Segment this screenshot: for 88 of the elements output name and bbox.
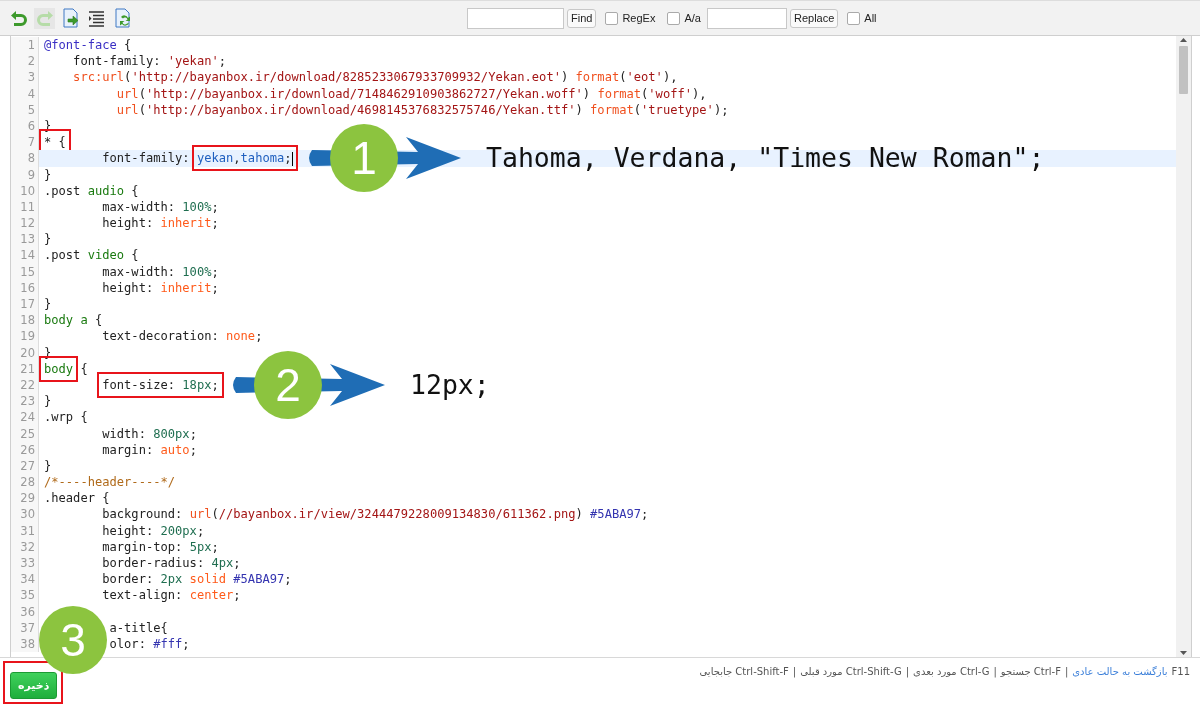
code-text: max-width: 100%; [101,264,219,279]
code-text: } [44,458,52,473]
import-button[interactable] [112,7,133,29]
replacement-code: Tahoma, Verdana, "Times New Roman"; [486,141,1045,176]
document-arrow-icon [60,8,81,28]
line-number: 13 [11,231,39,248]
separator-text: | [792,666,797,677]
scrollbar-thumb[interactable] [1179,46,1188,94]
code-text: border-radius: 4px; [101,556,241,570]
code-text: margin: auto; [101,442,197,457]
code-text: src:url('http://bayanbox.ir/download/8285233067933709932/Yekan.eot') format('eot'), [72,70,678,85]
code-text: text-decoration: none; [101,329,263,344]
code-text: /*----header----*/ [44,475,176,490]
code-text: font-family: 'yekan'; [72,54,227,69]
code-text: background: url(//bayanbox.ir/view/3244479228009134830/611362.png) #5ABA97; [101,507,649,522]
line-number: 28 [11,474,39,491]
code-text: url('http://bayanbox.ir/download/7148462910903862727/Yekan.woff') format('woff'), [115,86,707,101]
code-text: url('http://bayanbox.ir/download/4698145376832575746/Yekan.ttf') format('truetype'); [115,102,729,117]
document-refresh-icon [112,8,133,28]
line-number: 18 [11,312,39,329]
code-text: width: 800px; [101,426,197,441]
line-number: 3 [11,69,39,86]
replace-field[interactable] [706,7,787,29]
code-text: height: inherit; [101,216,219,231]
highlighted-code: font-size: 18px; [97,371,224,398]
text-cursor [291,151,293,166]
shortcut-hint: Ctrl-G مورد بعدی [913,666,990,677]
code-text: } [44,232,52,247]
shortcut-hint: Ctrl-Shift-F جابجایی [699,666,789,677]
step-badge: 2 [254,351,322,420]
checkbox[interactable] [847,11,861,25]
step-badge: 1 [330,124,398,193]
code-text: text-align: center; [101,588,241,603]
separator-text: | [905,666,910,677]
separator-text: | [1064,666,1069,677]
line-number: 19 [11,328,39,345]
find-button[interactable]: Find [567,8,597,28]
find-field[interactable] [467,7,564,29]
code-text: olor: #fff; [108,636,190,651]
line-number: 23 [11,393,39,410]
code-text: } [44,167,52,182]
checkbox-label: A/a [684,12,701,24]
indent-lines-icon [86,8,107,28]
code-text: { [79,361,88,376]
code-text: } [44,394,52,409]
redo-icon [34,8,55,28]
line-number: 17 [11,296,39,313]
code-text: font-family: [101,151,191,166]
scroll-down-icon[interactable] [1179,649,1188,657]
line-number: 30 [11,506,39,523]
code-text: } [44,297,52,311]
shortcut-key: F11 [1171,666,1190,677]
line-number: 14 [11,247,39,264]
code-text: a-title{ [108,620,168,635]
line-number: 35 [11,587,39,604]
checkbox[interactable] [605,11,619,25]
code-text: body a { [44,313,103,328]
replacement-code: 12px; [410,368,490,403]
checkbox-label: All [864,12,877,24]
shortcut-hint: Ctrl-F جستجو [1000,666,1061,677]
code-text: height: 200px; [101,523,205,538]
highlighted-code: yekan,tahoma; [191,145,298,172]
replace-button[interactable]: Replace [789,8,839,28]
line-number: 34 [11,571,39,588]
line-number: 1 [11,37,39,54]
line-number: 7 [11,134,39,151]
separator-text: | [993,666,997,677]
code-text: .post video { [44,248,139,263]
restore-link[interactable]: بازگشت به حالت عادی [1072,666,1168,677]
code-text: border: 2px solid #5ABA97; [101,572,292,587]
code-text: max-width: 100%; [101,199,219,214]
shortcut-hint: Ctrl-Shift-G مورد قبلی [800,666,902,677]
line-number: 29 [11,490,39,507]
line-number: 24 [11,409,39,426]
code-text: .wrp { [44,410,88,425]
checkbox-label: RegEx [622,12,656,24]
line-number: 33 [11,555,39,572]
code-text: height: inherit; [101,280,219,295]
line-number: 12 [11,215,39,232]
code-text: .post audio { [44,183,139,198]
line-number: 8 [11,150,39,167]
checkbox[interactable] [667,11,681,25]
line-number: 2 [11,53,39,70]
undo-icon [8,8,29,28]
code-text: margin-top: 5px; [101,539,219,554]
code-text: @font-face { [44,38,132,52]
code-text: .header { [44,491,110,506]
export-button[interactable] [60,7,81,29]
